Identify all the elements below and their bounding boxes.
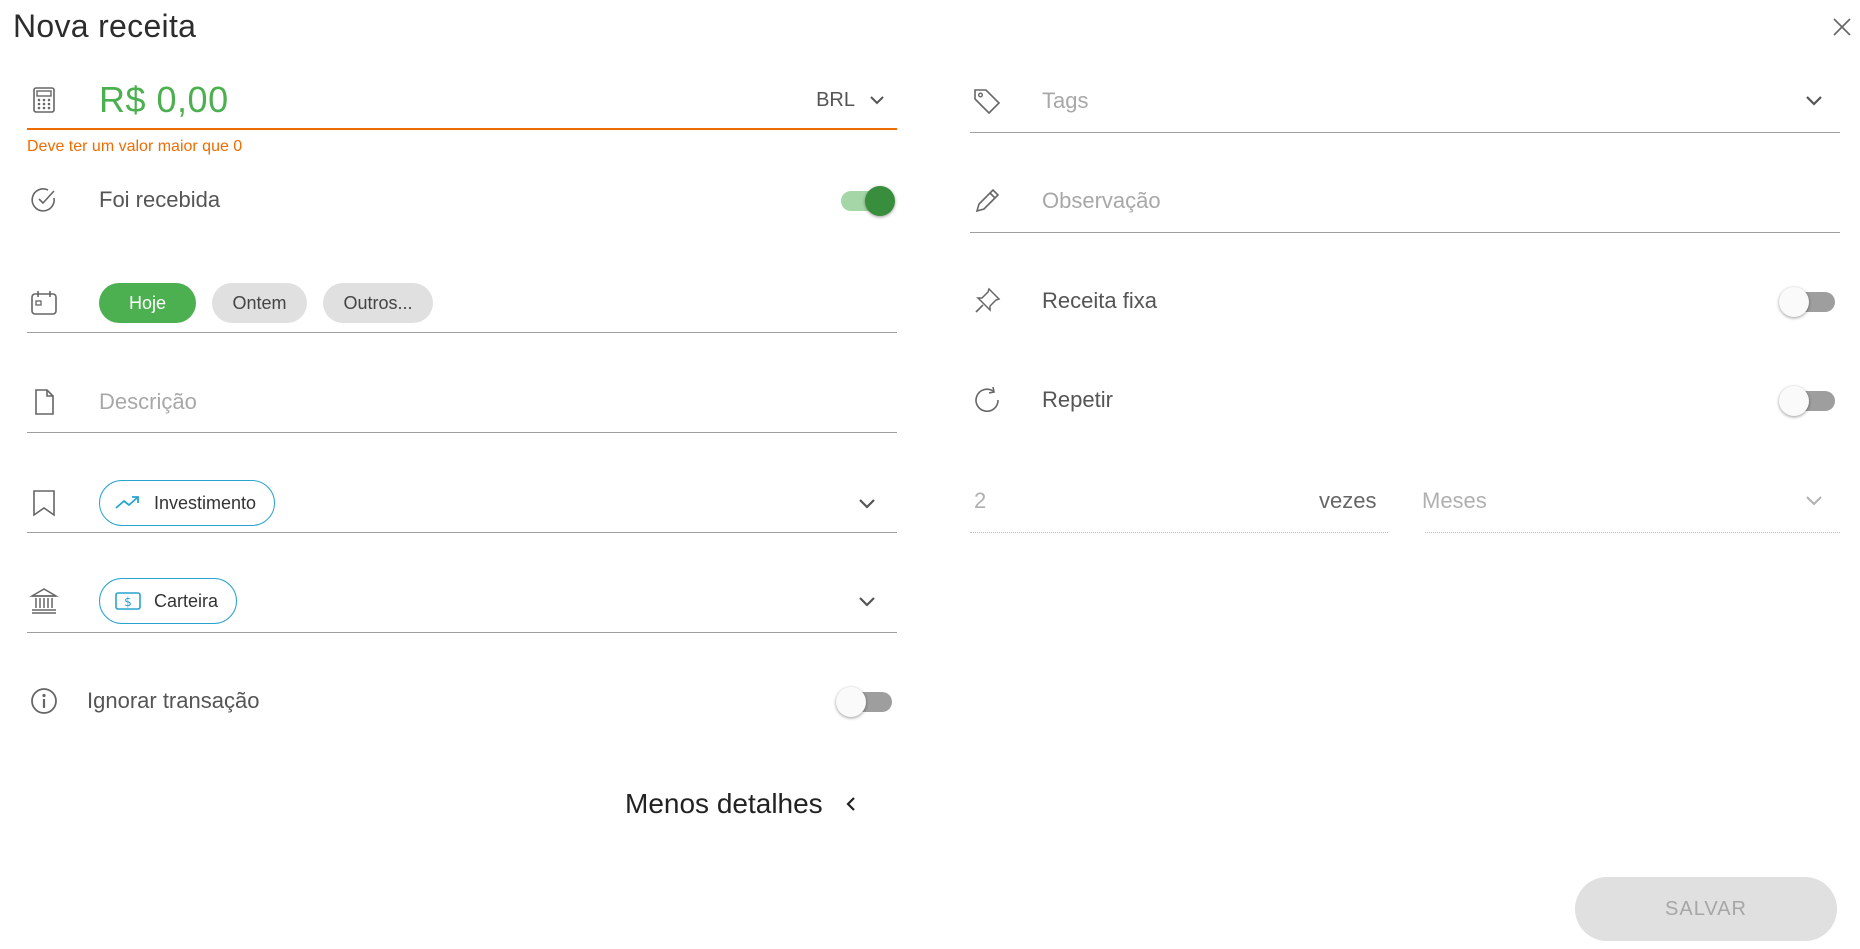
tags-select[interactable]: Tags — [1042, 88, 1088, 114]
less-details-button[interactable]: Menos detalhes — [625, 788, 857, 820]
repeat-count-input[interactable]: 2 — [974, 488, 986, 514]
description-input[interactable]: Descrição — [99, 389, 197, 415]
category-chevron-down-icon[interactable] — [855, 492, 879, 516]
account-chevron-down-icon[interactable] — [855, 590, 879, 614]
bookmark-icon — [27, 486, 61, 520]
info-icon — [27, 684, 61, 718]
tags-underline — [970, 132, 1840, 133]
description-underline — [27, 432, 897, 433]
account-row: $ Carteira — [27, 578, 897, 624]
date-chip-today[interactable]: Hoje — [99, 283, 196, 323]
less-details-label: Menos detalhes — [625, 788, 823, 819]
toggle-knob — [836, 687, 866, 717]
amount-row: R$ 0,00 BRL — [27, 79, 897, 121]
close-icon[interactable] — [1830, 15, 1854, 39]
repeat-row: Repetir — [970, 383, 1840, 417]
chevron-left-icon — [846, 797, 855, 811]
received-row: Foi recebida — [27, 183, 897, 217]
toggle-knob — [1779, 386, 1809, 416]
fixed-toggle[interactable] — [1779, 286, 1835, 317]
repeat-label: Repetir — [1042, 387, 1113, 412]
refresh-icon — [970, 383, 1004, 417]
pin-icon — [970, 284, 1004, 318]
tag-icon — [970, 84, 1004, 118]
dialog-title: Nova receita — [13, 8, 197, 44]
save-button[interactable]: SALVAR — [1575, 877, 1837, 941]
check-circle-icon — [27, 183, 61, 217]
amount-error: Deve ter um valor maior que 0 — [27, 138, 243, 155]
fixed-row: Receita fixa — [970, 284, 1840, 318]
toggle-knob — [1779, 287, 1809, 317]
description-row: Descrição — [27, 385, 897, 419]
observation-row: Observação — [970, 184, 1840, 218]
ignore-label: Ignorar transação — [87, 688, 260, 713]
amount-underline — [27, 128, 897, 130]
bank-icon — [27, 584, 61, 618]
repeat-count-underline — [970, 532, 1388, 533]
amount-input[interactable]: R$ 0,00 — [99, 79, 229, 121]
category-label: Investimento — [154, 492, 257, 513]
pencil-icon — [970, 184, 1004, 218]
chevron-down-icon — [870, 96, 884, 105]
received-label: Foi recebida — [99, 187, 221, 212]
tags-chevron-down-icon[interactable] — [1802, 89, 1826, 113]
date-chip-other[interactable]: Outros... — [323, 283, 433, 323]
repeat-count-suffix: vezes — [1319, 488, 1377, 513]
currency-select[interactable]: BRL — [816, 89, 885, 112]
period-chevron-down-icon[interactable] — [1802, 489, 1826, 513]
calculator-icon — [27, 83, 61, 117]
date-chip-yesterday[interactable]: Ontem — [212, 283, 307, 323]
repeat-count-row: 2 vezes Meses — [970, 484, 1840, 518]
trending-up-icon — [115, 496, 139, 509]
account-chip[interactable]: $ Carteira — [99, 578, 238, 624]
document-icon — [27, 385, 61, 419]
repeat-toggle[interactable] — [1779, 385, 1835, 416]
tags-row: Tags — [970, 84, 1840, 118]
currency-label: BRL — [816, 88, 855, 111]
account-label: Carteira — [154, 590, 219, 611]
ignore-toggle[interactable] — [836, 686, 892, 717]
fixed-label: Receita fixa — [1042, 288, 1157, 313]
date-row: Hoje Ontem Outros... — [27, 283, 897, 323]
repeat-period-select[interactable]: Meses — [1422, 488, 1487, 514]
received-toggle[interactable] — [837, 185, 895, 216]
account-underline — [27, 632, 897, 633]
toggle-knob — [865, 186, 895, 216]
category-row: Investimento — [27, 480, 897, 526]
repeat-period-underline — [1425, 532, 1840, 533]
category-underline — [27, 532, 897, 533]
calendar-icon — [27, 286, 61, 320]
observation-underline — [970, 232, 1840, 233]
date-underline — [27, 332, 897, 333]
category-chip[interactable]: Investimento — [99, 480, 276, 526]
observation-input[interactable]: Observação — [1042, 188, 1161, 214]
ignore-row: Ignorar transação — [27, 684, 897, 718]
svg-text:$: $ — [124, 595, 132, 609]
cash-icon: $ — [115, 592, 141, 610]
